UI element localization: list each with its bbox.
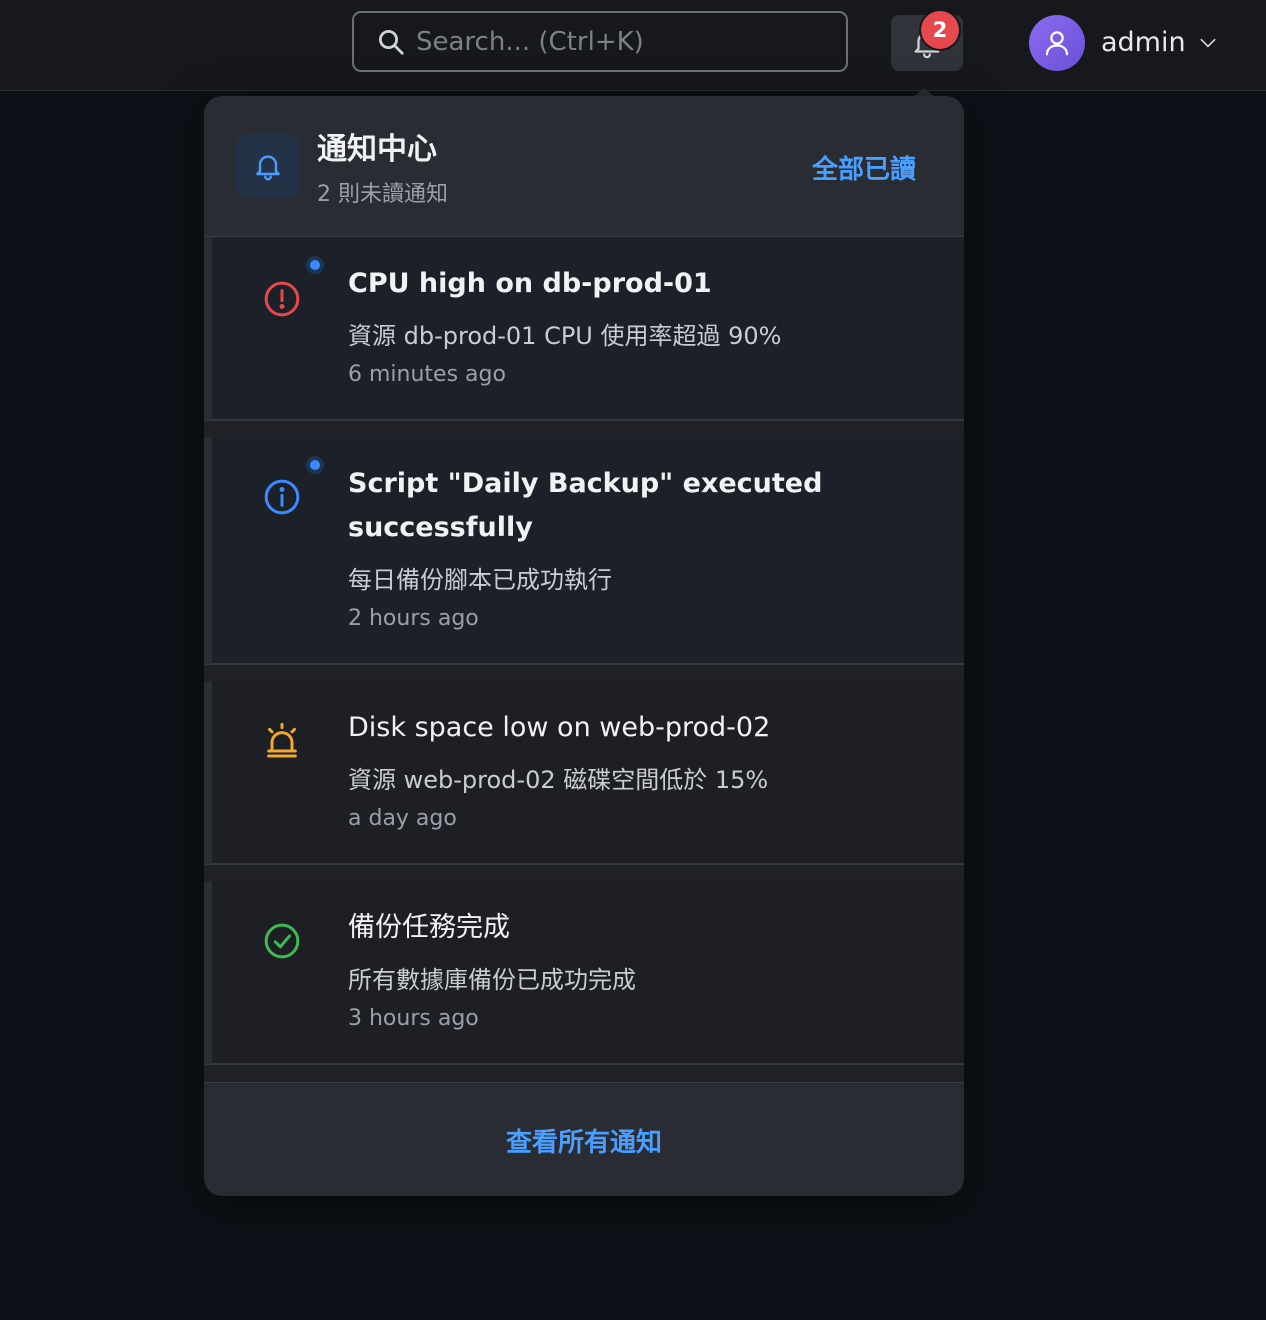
mark-all-read-button[interactable]: 全部已讀 — [812, 149, 916, 186]
avatar[interactable] — [1029, 15, 1085, 71]
notification-description: 每日備份腳本已成功執行 — [348, 566, 612, 594]
notification-item[interactable]: Disk space low on web-prod-02 資源 web-pro… — [204, 681, 964, 865]
user-icon — [1045, 31, 1069, 56]
notification-item[interactable]: Script "Daily Backup" executed successfu… — [204, 437, 964, 665]
header-bell-badge — [236, 134, 300, 198]
notification-item[interactable]: CPU high on db-prod-01 資源 db-prod-01 CPU… — [204, 237, 964, 421]
panel-title: 通知中心 — [317, 132, 437, 167]
notification-panel: 通知中心 2 則未讀通知 全部已讀 CPU high on db-prod-01… — [204, 96, 964, 1196]
bell-icon — [256, 155, 280, 181]
siren-icon — [267, 722, 297, 758]
search-icon — [379, 29, 404, 55]
notification-title: Disk space low on web-prod-02 — [348, 712, 771, 743]
notification-time: 3 hours ago — [348, 1006, 479, 1031]
notification-time: a day ago — [348, 806, 457, 831]
notification-item[interactable]: 備份任務完成 所有數據庫備份已成功完成 3 hours ago — [204, 881, 964, 1065]
search-box[interactable] — [352, 11, 848, 72]
chevron-down-icon[interactable] — [1198, 33, 1218, 53]
error-icon — [264, 281, 300, 317]
unread-count: 2 則未讀通知 — [317, 182, 448, 207]
notification-count-badge: 2 — [921, 11, 959, 49]
check-circle-icon — [264, 923, 300, 959]
notification-time: 6 minutes ago — [348, 362, 506, 387]
notification-description: 所有數據庫備份已成功完成 — [348, 966, 636, 994]
notification-description: 資源 web-prod-02 磁碟空間低於 15% — [348, 766, 769, 794]
search-input[interactable] — [414, 25, 838, 58]
notification-title: CPU high on db-prod-01 — [348, 268, 712, 299]
unread-indicator — [310, 460, 320, 470]
notification-time: 2 hours ago — [348, 606, 479, 631]
top-bar: 2 admin — [0, 0, 1266, 91]
panel-footer: 查看所有通知 — [204, 1082, 964, 1196]
unread-indicator — [310, 260, 320, 270]
panel-header: 通知中心 2 則未讀通知 全部已讀 — [204, 96, 964, 237]
notification-title: Script "Daily Backup" executed successfu… — [348, 468, 823, 543]
notification-title: 備份任務完成 — [348, 912, 510, 943]
username[interactable]: admin — [1101, 24, 1186, 62]
view-all-notifications-link[interactable]: 查看所有通知 — [506, 1122, 662, 1159]
info-icon — [264, 479, 300, 515]
notification-description: 資源 db-prod-01 CPU 使用率超過 90% — [348, 322, 782, 350]
